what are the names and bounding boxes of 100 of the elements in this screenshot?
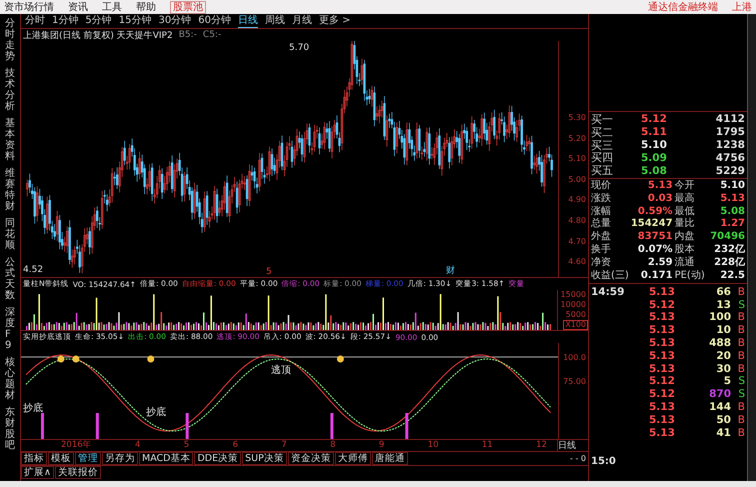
tick-price: 5.12: [649, 298, 676, 311]
side-tab[interactable]: 公式天数: [5, 257, 15, 301]
trade-side: S: [737, 375, 745, 388]
tick-price: 5.13: [649, 286, 676, 298]
trade-side: B: [736, 336, 745, 349]
stat-value: 232亿: [713, 244, 745, 256]
stat-value: 0.171: [640, 270, 673, 282]
stat-label: 内盘: [674, 231, 696, 244]
stat-label: 净资: [591, 256, 612, 270]
side-tab[interactable]: 东财股吧: [5, 407, 15, 451]
indicator-tab[interactable]: 模板: [48, 452, 74, 465]
bid-volume: 4756: [714, 152, 745, 164]
axis-label: 4.60: [567, 257, 587, 268]
stat-label: PE(动): [674, 270, 705, 282]
axis-label: 5.00: [567, 174, 587, 186]
side-tab[interactable]: 深度F9: [5, 307, 15, 351]
bid-label: 买五: [591, 163, 614, 178]
trade-side: B: [736, 324, 745, 336]
tick-price: 5.13: [649, 336, 676, 349]
period-tab[interactable]: 日线: [238, 14, 258, 28]
period-tab[interactable]: 周线: [264, 15, 285, 27]
trade-side: B: [736, 311, 745, 324]
stat-label: 收益(三): [591, 270, 629, 282]
stat-label: 股本: [674, 244, 696, 256]
period-tab[interactable]: 60分钟: [198, 15, 231, 27]
bid-volume: 1238: [714, 138, 745, 151]
signal-label: 抄底: [23, 402, 43, 415]
bid-price: 5.11: [641, 126, 668, 138]
stat-label: 总量: [591, 218, 612, 231]
trade-side: B: [736, 426, 745, 439]
tick-volume: 13: [715, 298, 731, 311]
axis-label: 75.00: [562, 377, 587, 388]
period-label: 日线: [558, 441, 576, 451]
date-label: 11: [482, 440, 493, 451]
extra-tab[interactable]: 扩展∧: [21, 466, 54, 479]
side-tab[interactable]: 同花顺: [5, 218, 15, 251]
bid-volume: 4112: [714, 113, 745, 126]
indicator-tab[interactable]: SUP决策: [242, 452, 287, 465]
signal-label: 抄底: [146, 406, 166, 419]
bid-label: 买一: [591, 112, 614, 127]
tick-volume: 100: [708, 311, 731, 324]
stat-label: 涨幅: [591, 206, 612, 218]
stat-value: 22.5: [719, 270, 745, 282]
tick-price: 5.13: [649, 414, 676, 426]
side-tab[interactable]: 技术分析: [5, 68, 15, 112]
side-tab[interactable]: 分时走势: [5, 18, 15, 62]
menu-item[interactable]: 工具: [102, 0, 122, 14]
menu-item[interactable]: 资讯: [68, 0, 88, 14]
b5-label: B5:-: [178, 30, 197, 40]
date-label: 5: [184, 440, 190, 451]
indicator-tab[interactable]: 唐能通: [372, 452, 408, 465]
tick-volume: 66: [715, 286, 731, 298]
axis-label: 15000: [560, 290, 587, 299]
stat-value: 154247: [630, 218, 673, 232]
side-tab[interactable]: 基本资料: [5, 118, 15, 162]
indicator-tab[interactable]: MACD基本: [139, 452, 194, 465]
side-tab[interactable]: 维赛特财: [5, 168, 15, 212]
period-tab[interactable]: 更多 >: [318, 15, 351, 27]
stat-label: 今开: [674, 180, 696, 192]
indicator-tab[interactable]: 资金决策: [288, 452, 334, 465]
period-tab[interactable]: 分时: [25, 15, 45, 27]
indicator-tab[interactable]: DDE决策: [194, 452, 242, 465]
tick-volume: 10: [715, 324, 731, 336]
axis-label: 5.20: [567, 134, 587, 145]
bid-volume: 1795: [714, 126, 745, 138]
axis-label: 5.30: [567, 113, 587, 124]
period-tab[interactable]: 1分钟: [52, 15, 78, 27]
stock-name: 上港: [732, 0, 752, 14]
period-tab[interactable]: 5分钟: [85, 15, 112, 27]
bid-label: 买二: [591, 124, 614, 140]
low-price-label: 4.52: [23, 265, 44, 275]
extra-tab[interactable]: 关联报价: [54, 466, 101, 479]
tick-price: 5.13: [649, 362, 676, 375]
axis-label: 5000: [566, 310, 587, 319]
axis-label: 5.10: [567, 154, 587, 166]
stat-label: 最低: [674, 206, 696, 218]
stat-label: 流通: [674, 256, 696, 270]
tick-time: 15:0: [590, 456, 617, 469]
indicator-tab[interactable]: 另存为: [102, 452, 138, 465]
period-tab[interactable]: 月线: [292, 15, 312, 27]
indicator-tab[interactable]: 管理: [75, 452, 101, 465]
period-tab[interactable]: 30分钟: [158, 15, 192, 27]
high-price-label: 5.70: [289, 43, 310, 53]
menu-item[interactable]: 帮助: [136, 0, 156, 14]
tick-price: 5.12: [649, 375, 676, 388]
indicator-tab[interactable]: 大师傅: [334, 452, 371, 465]
tick-price: 5.13: [649, 400, 676, 413]
indicator-tab[interactable]: 指标: [21, 452, 47, 465]
menu-item[interactable]: 资市场行情: [4, 0, 54, 14]
side-tab[interactable]: 核心题材: [5, 357, 15, 401]
bid-price: 5.12: [641, 113, 668, 126]
stat-value: 0.07%: [636, 244, 673, 257]
period-tab[interactable]: 15分钟: [118, 15, 152, 27]
stat-value: 5.10: [719, 180, 745, 193]
unit-label: X100: [563, 320, 588, 330]
stat-label: 最高: [674, 192, 696, 206]
tick-price: 5.13: [649, 350, 676, 362]
bid-volume: 5229: [714, 164, 745, 177]
tick-price: 5.12: [649, 388, 676, 400]
stat-value: 70496: [709, 231, 745, 244]
